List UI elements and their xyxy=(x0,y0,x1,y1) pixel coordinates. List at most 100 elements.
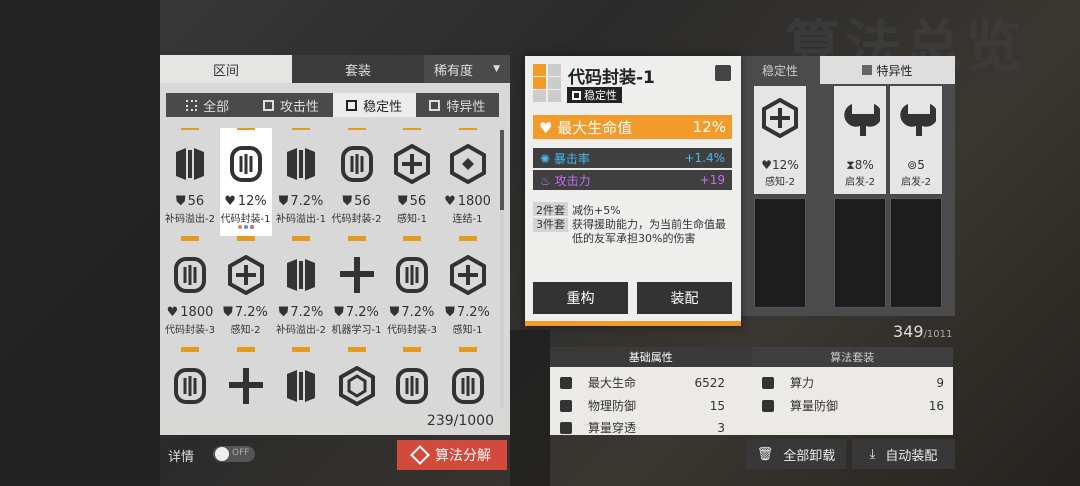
stat-row: 算量防御 16 xyxy=(762,397,944,414)
stat-value: 15 xyxy=(709,398,725,413)
card-name: 补码溢出-1 xyxy=(276,214,326,225)
background-machinery-2 xyxy=(510,330,550,486)
slot-stat-value: 8% xyxy=(854,158,874,172)
details-label: 详情 xyxy=(168,450,195,465)
card-stat: ⛊ 7.2% xyxy=(442,305,494,320)
algorithm-card[interactable] xyxy=(219,347,272,408)
stat-value: 16 xyxy=(928,398,944,413)
download-icon: ⤓ xyxy=(869,446,876,462)
card-stat-value: 7.2% xyxy=(345,305,379,320)
cube-icon xyxy=(410,445,430,465)
shield-icon xyxy=(762,399,774,412)
algorithm-shield-icon xyxy=(451,368,484,404)
algorithm-card[interactable]: ⛊ 7.2% 补码溢出-1 xyxy=(275,128,327,236)
set-bonus: 3件套 获得援助能力，为当前生命值最低的友军承担30%的伤害 xyxy=(533,218,733,246)
algorithm-split-icon xyxy=(287,259,315,291)
algorithm-card[interactable]: ⛊28算量防御 xyxy=(164,347,216,408)
heart-icon xyxy=(560,376,572,389)
algorithm-card[interactable]: ♥360恢复 xyxy=(441,347,494,408)
tab-set[interactable]: 套装 xyxy=(292,55,424,83)
main-stat-label: 最大生命值 xyxy=(557,118,633,137)
shield-icon xyxy=(560,399,572,412)
algorithm-detail-popup: 代码封装-1 稳定性 ♥ 最大生命值 12% ✺ 暴击率 +1.4% ♨ 攻击力 +… xyxy=(525,56,741,326)
tab-equipped-special[interactable]: 特异性 xyxy=(820,56,955,84)
reroll-button[interactable]: 重构 xyxy=(533,282,628,314)
algorithm-card[interactable]: ⛊ 56 代码封装-2 xyxy=(330,128,383,236)
algorithm-card[interactable]: ⛊ 7.2% 机器学习-1 xyxy=(330,236,383,347)
algorithm-card[interactable]: ♥ 1800 连结-1 xyxy=(441,128,494,236)
filter-special[interactable]: 特异性 xyxy=(416,93,499,117)
type-filter-bar: 全部 攻击性 稳定性 特异性 xyxy=(166,93,499,117)
rarity-notch xyxy=(403,347,421,352)
equipped-slot[interactable]: ♥12% 感知-2 xyxy=(754,86,806,194)
card-name: 补码溢出-2 xyxy=(276,325,326,336)
filter-stability[interactable]: 稳定性 xyxy=(332,93,416,117)
card-stat-value: 56 xyxy=(409,194,427,209)
card-name: 代码封装-3 xyxy=(387,325,437,336)
auto-equip-button[interactable]: ⤓ 自动装配 xyxy=(852,439,955,469)
tab-base-stats[interactable]: 基础属性 xyxy=(550,347,752,367)
algorithm-card[interactable]: ♥ 12% 代码封装-1 xyxy=(219,128,272,236)
algorithm-card[interactable]: ⛊ 7.2% 感知-1 xyxy=(441,236,494,347)
set-text: 获得援助能力，为当前生命值最低的友军承担30%的伤害 xyxy=(572,218,726,245)
grid-scrollbar[interactable] xyxy=(500,128,504,408)
card-stat-value: 1800 xyxy=(457,194,491,209)
algorithm-card[interactable] xyxy=(386,347,438,408)
algorithm-shield-icon xyxy=(340,146,373,182)
slot-name: 启发-2 xyxy=(845,177,875,188)
empty-slot[interactable] xyxy=(754,198,806,308)
set-text: 减伤+5% xyxy=(572,204,621,217)
equipped-slot[interactable]: ⊚5 启发-2 xyxy=(890,86,942,194)
decompose-button[interactable]: 算法分解 xyxy=(397,440,507,470)
card-stat: ⛊ 56 xyxy=(386,194,438,209)
shield-icon: ⛊ xyxy=(342,194,353,209)
popup-title: 代码封装-1 xyxy=(568,68,655,88)
details-toggle[interactable]: OFF xyxy=(213,446,255,462)
inventory-tabs: 区间 套装 稀有度 ▼ xyxy=(160,55,510,83)
tab-range[interactable]: 区间 xyxy=(160,55,292,83)
algorithm-cross-icon xyxy=(228,368,263,404)
scrollbar-thumb[interactable] xyxy=(500,130,504,210)
shield-icon: ⛊ xyxy=(334,305,344,320)
tab-algorithm-sets[interactable]: 算法套装 xyxy=(751,347,953,367)
sub-stat-label-wrap: ✺ 暴击率 xyxy=(540,150,590,167)
lock-icon[interactable] xyxy=(715,65,731,81)
algorithm-card[interactable]: ⛊ 56 补码溢出-2 xyxy=(164,128,216,236)
algorithm-slot-icon xyxy=(533,64,561,102)
algorithm-card[interactable]: ⛊ 7.2% 补码溢出-2 xyxy=(275,236,327,347)
algorithm-hexplain-icon xyxy=(338,366,375,406)
attack-icon: ♨ xyxy=(540,173,555,188)
shield-icon: ⛊ xyxy=(223,305,233,320)
equipped-slot[interactable]: ⧗8% 启发-2 xyxy=(834,86,886,194)
card-dots xyxy=(220,225,272,229)
sub-stat: ✺ 暴击率 +1.4% xyxy=(533,148,732,168)
chevron-down-icon: ▼ xyxy=(493,64,500,74)
slot-stat: ♥12% xyxy=(761,158,799,172)
rarity-notch xyxy=(347,128,366,130)
rarity-notch xyxy=(181,128,199,130)
algorithm-card[interactable]: ⛊ 7.2% 代码封装-3 xyxy=(386,236,438,347)
filter-attack[interactable]: 攻击性 xyxy=(249,93,332,117)
algorithm-card[interactable]: ⛊ 7.2% 感知-2 xyxy=(219,236,272,347)
empty-slot[interactable] xyxy=(834,198,886,308)
algorithm-card[interactable] xyxy=(275,347,327,408)
slot-stat-value: 5 xyxy=(917,158,925,172)
algorithm-card[interactable]: ♥ 1800 代码封装-3 xyxy=(164,236,216,347)
empty-slot[interactable] xyxy=(890,198,942,308)
unequip-all-button[interactable]: 🗑 全部卸载 xyxy=(746,439,846,469)
rarity-notch xyxy=(181,347,199,352)
algorithm-card[interactable]: ⛊ 56 感知-1 xyxy=(386,128,438,236)
card-stat: ⛊ 7.2% xyxy=(275,305,327,320)
stability-type-icon xyxy=(346,99,358,111)
sort-dropdown[interactable]: 稀有度 ▼ xyxy=(424,55,510,83)
algorithm-card[interactable] xyxy=(330,347,383,408)
sort-label: 稀有度 xyxy=(434,63,474,79)
stats-tabs: 基础属性 算法套装 xyxy=(550,347,953,367)
inventory-count: 239/1000 xyxy=(426,413,494,429)
special-type-icon xyxy=(429,99,441,111)
tab-equipped-stability[interactable]: 稳定性 xyxy=(740,56,820,84)
shield-icon: ⛊ xyxy=(175,194,186,209)
equip-button[interactable]: 装配 xyxy=(637,282,732,314)
filter-all[interactable]: 全部 xyxy=(166,93,249,117)
algorithm-hexlink-icon xyxy=(449,144,486,184)
